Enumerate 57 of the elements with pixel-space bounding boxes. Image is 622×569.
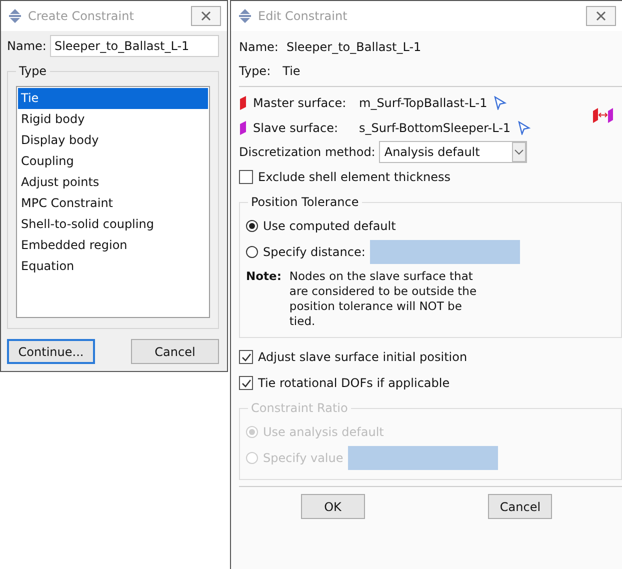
field-label: Name: bbox=[239, 40, 278, 54]
checkbox[interactable] bbox=[239, 350, 253, 364]
dropdown[interactable]: Analysis default bbox=[379, 141, 528, 163]
field-label: Slave surface: bbox=[253, 120, 339, 134]
field-label: Discretization method: bbox=[239, 145, 376, 159]
radio-label: Specify value bbox=[263, 451, 344, 465]
input-field[interactable] bbox=[370, 240, 520, 264]
radio-button[interactable] bbox=[246, 246, 258, 258]
close-button[interactable] bbox=[191, 6, 221, 26]
window-title: Create Constraint bbox=[28, 9, 135, 23]
checkbox-label: Exclude shell element thickness bbox=[258, 170, 451, 184]
radio-label: Specify distance: bbox=[263, 245, 366, 259]
checkbox-label: Tie rotational DOFs if applicable bbox=[258, 376, 450, 390]
group-title: Type bbox=[16, 64, 50, 78]
radio-label: Use analysis default bbox=[263, 425, 384, 439]
radio-button[interactable] bbox=[246, 220, 258, 232]
field-label: Type: bbox=[239, 64, 271, 78]
surface-icon bbox=[239, 120, 247, 136]
dialog-button[interactable]: Cancel bbox=[488, 494, 552, 519]
list-item[interactable]: Display body bbox=[18, 130, 208, 151]
dialog-button[interactable]: OK bbox=[300, 494, 365, 519]
select-arrow-icon[interactable] bbox=[493, 96, 508, 110]
note-text: Nodes on the slave surface that are considered to be outside the position tolerance will NOT be tied. bbox=[289, 269, 478, 329]
checkbox[interactable] bbox=[239, 376, 253, 390]
field-value: s_Surf-BottomSleeper-L-1 bbox=[359, 120, 511, 134]
surface-icon bbox=[239, 94, 247, 110]
group-title: Constraint Ratio bbox=[248, 401, 351, 415]
swap-surfaces-icon bbox=[592, 106, 614, 124]
dialog-button[interactable]: Cancel bbox=[131, 339, 219, 364]
note-label: Note: bbox=[246, 269, 282, 285]
list-item[interactable]: Tie bbox=[18, 88, 208, 109]
close-icon bbox=[201, 11, 211, 21]
app-icon bbox=[7, 8, 23, 24]
list-item[interactable]: Adjust points bbox=[18, 172, 208, 193]
field-value: Tie bbox=[282, 64, 300, 78]
close-icon bbox=[596, 11, 606, 21]
list-item[interactable]: Shell-to-solid coupling bbox=[18, 214, 208, 235]
checkbox[interactable] bbox=[239, 170, 253, 184]
dialog-button[interactable]: Continue... bbox=[7, 339, 95, 364]
swap-button[interactable] bbox=[592, 106, 614, 124]
list-item[interactable]: Rigid body bbox=[18, 109, 208, 130]
field-value: Sleeper_to_Ballast_L-1 bbox=[286, 40, 422, 54]
window-title: Edit Constraint bbox=[258, 9, 348, 23]
list-item[interactable]: Coupling bbox=[18, 151, 208, 172]
field-value: m_Surf-TopBallast-L-1 bbox=[359, 96, 488, 110]
group-title: Position Tolerance bbox=[248, 195, 362, 209]
list-item[interactable]: MPC Constraint bbox=[18, 193, 208, 214]
name-field[interactable]: Sleeper_to_Ballast_L-1 bbox=[50, 35, 219, 57]
list-item[interactable]: Equation bbox=[18, 256, 208, 277]
field-label: Master surface: bbox=[253, 96, 348, 110]
select-arrow-icon[interactable] bbox=[516, 120, 531, 134]
list-item[interactable]: Embedded region bbox=[18, 235, 208, 256]
app-icon bbox=[237, 8, 253, 24]
close-button[interactable] bbox=[586, 6, 616, 26]
radio-label: Use computed default bbox=[263, 219, 396, 233]
field-label: Name: bbox=[7, 39, 46, 53]
checkbox-label: Adjust slave surface initial position bbox=[258, 350, 468, 364]
